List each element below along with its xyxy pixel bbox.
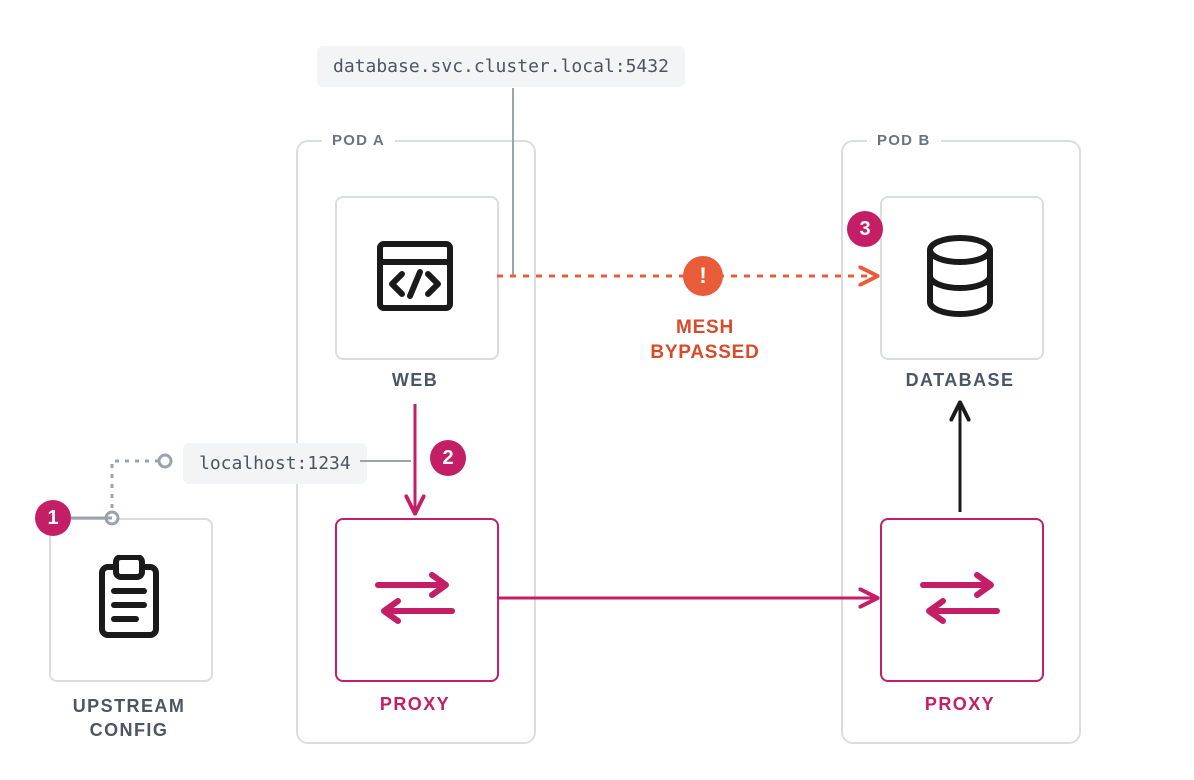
badge-1-text: 1: [47, 507, 58, 530]
badge-1: 1: [35, 500, 71, 536]
upstream-config-label-l2: CONFIG: [90, 720, 169, 740]
database-icon: [880, 196, 1040, 356]
clipboard-icon: [49, 518, 209, 678]
badge-3-text: 3: [859, 218, 870, 241]
database-label: DATABASE: [870, 370, 1050, 391]
proxy-b-arrows-icon: [880, 518, 1040, 678]
proxy-a-label: PROXY: [335, 694, 495, 715]
code-window-icon: [335, 196, 495, 356]
alert-icon: !: [683, 256, 723, 296]
upstream-config-label: UPSTREAM CONFIG: [49, 694, 209, 743]
mesh-bypassed-l2: BYPASSED: [650, 342, 759, 363]
proxy-a-arrows-icon: [335, 518, 495, 678]
diagram-stage: POD A POD B UPSTREAM CONFIG WEB: [0, 0, 1194, 780]
badge-2-text: 2: [442, 447, 453, 470]
upstream-config-label-l1: UPSTREAM: [73, 696, 186, 716]
pod-b-title: POD B: [867, 132, 941, 149]
mesh-bypassed-l1: MESH: [676, 317, 734, 338]
web-label: WEB: [335, 370, 495, 391]
proxy-b-label: PROXY: [880, 694, 1040, 715]
pod-a-title: POD A: [322, 132, 395, 149]
localhost-callout: localhost:1234: [183, 443, 367, 484]
db-address-callout: database.svc.cluster.local:5432: [317, 46, 685, 87]
badge-3: 3: [847, 211, 883, 247]
badge-2: 2: [430, 440, 466, 476]
alert-icon-text: !: [699, 263, 706, 289]
mesh-bypassed-label: MESH BYPASSED: [615, 316, 795, 365]
